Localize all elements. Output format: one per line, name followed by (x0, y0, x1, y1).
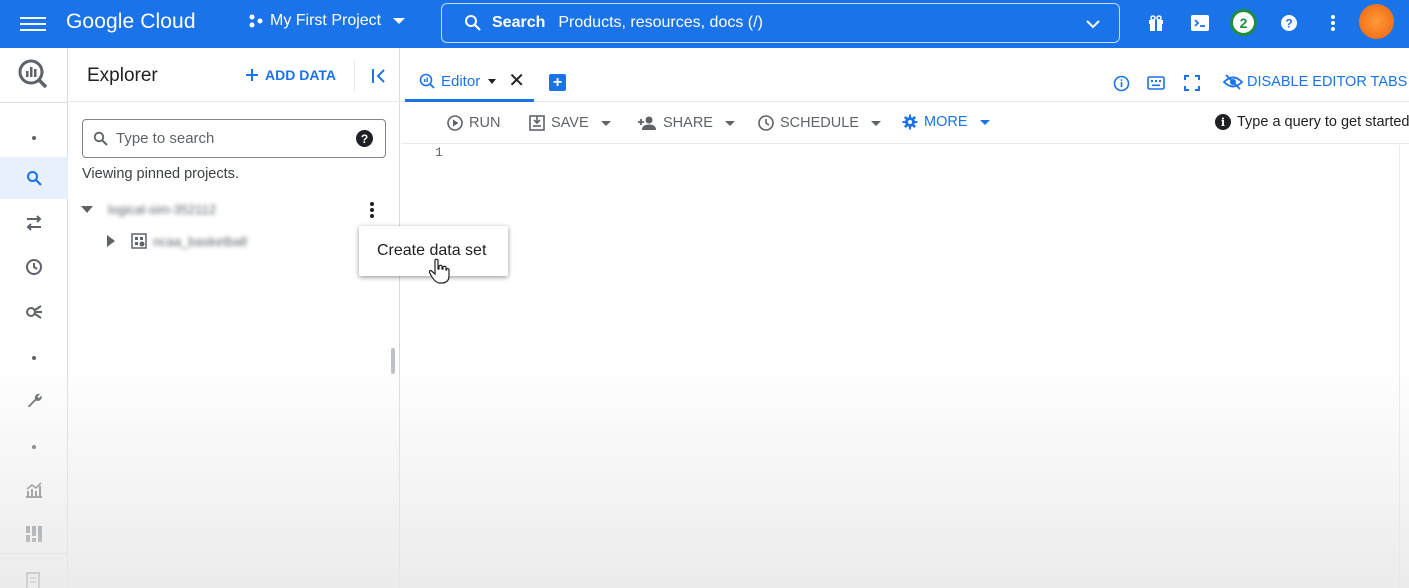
hand-cursor-icon (428, 258, 450, 284)
explorer-search-input[interactable]: Type to search ? (82, 119, 386, 158)
chevron-down-icon (600, 120, 611, 126)
play-icon (447, 115, 463, 131)
google-cloud-logo[interactable]: Google Cloud (66, 10, 196, 34)
chevron-down-icon (393, 18, 406, 24)
chevron-down-icon (870, 120, 881, 126)
disable-editor-tabs-button[interactable]: DISABLE EDITOR TABS (1223, 74, 1407, 90)
rail-dot (32, 356, 36, 360)
explorer-title: Explorer (87, 65, 158, 86)
rail-dot (32, 136, 36, 140)
chevron-down-icon[interactable] (1085, 16, 1101, 32)
explorer-search-placeholder: Type to search (116, 130, 215, 147)
search-icon (465, 15, 481, 31)
history-icon[interactable] (22, 255, 46, 279)
plus-icon (246, 69, 258, 81)
analytics-icon[interactable] (22, 478, 46, 502)
save-button[interactable]: SAVE (529, 115, 611, 131)
run-label: RUN (469, 115, 501, 131)
more-label: MORE (924, 114, 968, 130)
account-avatar[interactable] (1359, 4, 1394, 39)
project-picker[interactable]: My First Project (248, 12, 406, 30)
notifications-badge[interactable]: 2 (1230, 9, 1257, 36)
project-actions-icon[interactable] (366, 200, 378, 220)
save-label: SAVE (551, 115, 589, 131)
collapse-panel-icon[interactable] (369, 66, 389, 86)
editor-toolbar: RUN SAVE SHARE SCHEDULE MORE i Type a qu… (401, 103, 1409, 144)
add-data-label: ADD DATA (265, 67, 337, 83)
bigquery-logo-icon[interactable] (17, 58, 49, 90)
clock-icon (758, 115, 774, 131)
tab-editor[interactable]: Editor ✕ (405, 63, 534, 102)
header-divider (354, 60, 355, 92)
help-icon[interactable]: ? (1278, 12, 1300, 34)
gear-icon (902, 114, 918, 130)
editor-tab-bar: Editor ✕ + DISABLE EDITOR TABS (401, 48, 1409, 102)
rail-divider (0, 102, 68, 103)
query-icon (419, 73, 435, 89)
explorer-header: Explorer ADD DATA (69, 48, 400, 102)
help-icon[interactable]: ? (356, 130, 373, 147)
gift-icon[interactable] (1145, 12, 1167, 34)
dataset-name: ncaa_basketball (153, 233, 247, 249)
query-hint-text: Type a query to get started (1237, 114, 1409, 130)
left-nav-rail (0, 48, 68, 588)
share-button[interactable]: SHARE (637, 115, 735, 131)
keyboard-icon[interactable] (1146, 73, 1166, 93)
rail-dot (32, 445, 36, 449)
search-icon[interactable] (22, 166, 46, 190)
project-tree-row[interactable]: logical-sim-352112 (69, 194, 400, 224)
svg-text:?: ? (1285, 17, 1292, 31)
fullscreen-icon[interactable] (1182, 73, 1202, 93)
sql-code-input[interactable] (459, 145, 1399, 588)
query-hint: i Type a query to get started (1215, 114, 1409, 130)
panel-resize-handle[interactable] (391, 348, 395, 374)
cloud-shell-icon[interactable] (1189, 12, 1211, 34)
search-icon (93, 131, 108, 146)
search-placeholder: Products, resources, docs (/) (558, 14, 763, 31)
person-add-icon (638, 116, 656, 130)
dataset-icon (131, 233, 147, 249)
global-search-input[interactable]: Search Products, resources, docs (/) (441, 3, 1120, 43)
chevron-down-icon (979, 119, 990, 125)
dashboard-icon[interactable] (22, 522, 46, 546)
add-data-button[interactable]: ADD DATA (245, 67, 336, 83)
document-icon[interactable] (22, 569, 46, 588)
caret-right-icon[interactable] (106, 235, 116, 247)
new-tab-icon[interactable]: + (549, 74, 566, 91)
info-icon[interactable] (1111, 73, 1131, 93)
editor-scrollbar[interactable] (1399, 145, 1409, 588)
project-name: My First Project (270, 12, 382, 29)
explorer-panel: Explorer ADD DATA Type to search ? Viewi… (69, 48, 400, 588)
info-icon: i (1215, 114, 1231, 130)
caret-down-icon[interactable] (81, 203, 93, 215)
share-label: SHARE (663, 115, 713, 131)
main-menu-icon[interactable] (20, 13, 46, 33)
project-icon (249, 14, 263, 28)
more-vert-icon[interactable] (1322, 12, 1344, 34)
disable-editor-tabs-label: DISABLE EDITOR TABS (1247, 74, 1408, 90)
save-icon (529, 115, 545, 131)
pinned-projects-note: Viewing pinned projects. (82, 166, 239, 182)
schedule-button[interactable]: SCHEDULE (758, 115, 881, 131)
query-editor-area: Editor ✕ + DISABLE EDITOR TABS RUN SAVE (401, 48, 1409, 588)
rail-divider (0, 553, 68, 554)
dataset-tree-row[interactable]: ncaa_basketball (69, 226, 400, 256)
tab-editor-label: Editor (441, 72, 481, 90)
top-app-bar: Google Cloud My First Project Search Pro… (0, 0, 1409, 48)
schedule-label: SCHEDULE (780, 115, 859, 131)
search-label: Search (492, 14, 546, 31)
dataflow-icon[interactable] (22, 300, 46, 324)
run-button[interactable]: RUN (447, 115, 500, 131)
more-button[interactable]: MORE (902, 114, 990, 130)
transfers-icon[interactable] (22, 211, 46, 235)
line-number: 1 (435, 145, 443, 160)
tab-dropdown-icon[interactable] (488, 78, 497, 84)
visibility-off-icon (1223, 74, 1243, 90)
chevron-down-icon (724, 120, 735, 126)
project-name: logical-sim-352112 (108, 201, 217, 217)
editor-gutter: 1 (401, 145, 459, 588)
close-tab-icon[interactable]: ✕ (508, 71, 525, 91)
wrench-icon[interactable] (22, 388, 46, 412)
